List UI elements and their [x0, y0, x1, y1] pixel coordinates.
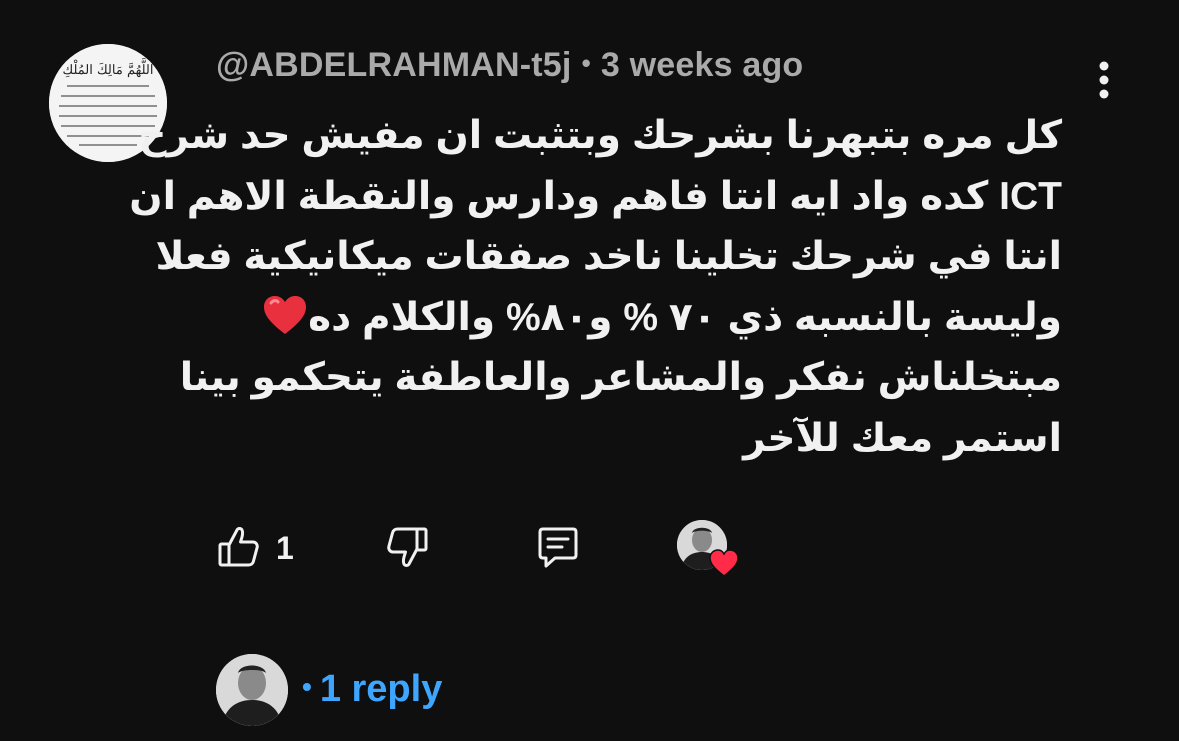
comment-thread: اللَّهُمَّ مَالِكَ المُلْكِ @ABDELRAHMAN…	[0, 0, 1179, 741]
comment-line: استمر معك للآخر	[743, 416, 1062, 460]
comment-line: كل مره بتبهرنا بشرحك وبتثبت ان مفيش حد ش…	[138, 114, 1062, 157]
creator-heart-button[interactable]	[677, 520, 741, 578]
replies-label: 1 reply	[319, 668, 443, 710]
comment-line: ICT كده واد ايه انتا فاهم ودارس والنقطة …	[129, 174, 1062, 218]
comment-actions: 1	[0, 518, 1179, 578]
meta-separator: •	[581, 48, 591, 78]
replies-separator: •	[302, 671, 312, 702]
author-handle[interactable]: @ABDELRAHMAN-t5j	[216, 46, 572, 84]
comment-line-with-emoji: وليسة بالنسبه ذي ٧٠ % و٨٠% والكلام ده	[212, 288, 1062, 349]
comment-timestamp[interactable]: 3 weeks ago	[601, 46, 804, 84]
comment-meta: @ABDELRAHMAN-t5j • 3 weeks ago	[216, 46, 803, 85]
comment-line: انتا في شرحك تخلينا ناخد صفقات ميكانيكية…	[155, 235, 1062, 278]
red-heart-emoji-icon	[264, 295, 307, 334]
comment-line: وليسة بالنسبه ذي ٧٠ % و٨٠% والكلام ده	[308, 295, 1062, 339]
thumbs-up-icon[interactable]	[216, 524, 262, 570]
like-count: 1	[276, 530, 294, 566]
thumbs-down-icon[interactable]	[384, 524, 430, 570]
view-replies-link[interactable]: • 1 reply	[302, 668, 442, 711]
reply-author-avatar	[216, 654, 288, 726]
replies-section[interactable]: • 1 reply	[216, 654, 616, 726]
comment-line: مبتخلناش نفكر والمشاعر والعاطفة يتحكمو ب…	[179, 356, 1062, 399]
comment-body: كل مره بتبهرنا بشرحك وبتثبت ان مفيش حد ش…	[129, 106, 1062, 469]
comment-icon[interactable]	[534, 524, 582, 570]
more-options-icon[interactable]	[1086, 58, 1122, 102]
heart-icon	[709, 549, 739, 577]
